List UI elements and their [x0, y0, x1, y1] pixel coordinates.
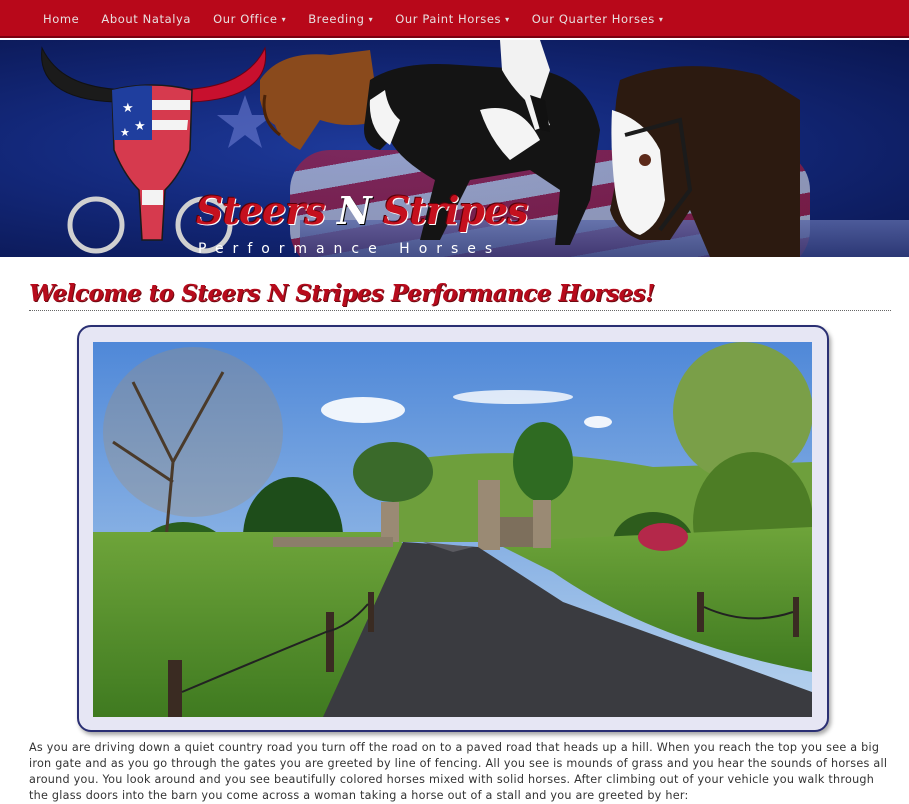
top-navbar: Home About Natalya Our Office ▾ Breeding ▾…: [0, 0, 909, 38]
intro-paragraph: As you are driving down a quiet country …: [29, 741, 888, 802]
nav-item-breeding[interactable]: Breeding ▾: [297, 0, 384, 38]
chevron-down-icon: ▾: [505, 14, 510, 24]
nav-item-label: Our Quarter Horses: [531, 12, 655, 26]
header-banner: ★ ★ ★ Steers N Stripes Performance Horse…: [0, 40, 909, 257]
nav-item-about-natalya[interactable]: About Natalya: [90, 0, 202, 38]
brand-subtitle: Performance Horses: [198, 241, 502, 257]
brand-title-stripes: Stripes: [370, 188, 529, 233]
svg-text:★: ★: [120, 126, 130, 139]
nav-item-our-office[interactable]: Our Office ▾: [202, 0, 297, 38]
chevron-down-icon: ▾: [281, 14, 287, 24]
nav-item-label: Breeding: [308, 12, 365, 26]
chevron-down-icon: ▾: [658, 14, 664, 24]
nav-item-label: Our Office: [213, 12, 278, 26]
farm-entrance-photo: [93, 342, 812, 717]
nav-item-our-paint-horses[interactable]: Our Paint Horses ▾: [384, 0, 521, 38]
heading-divider: [29, 310, 891, 311]
nav-item-label: Home: [43, 12, 80, 26]
nav-menu: Home About Natalya Our Office ▾ Breeding ▾…: [0, 0, 909, 38]
svg-text:★: ★: [134, 119, 146, 134]
nav-item-home[interactable]: Home: [32, 0, 90, 38]
svg-text:★: ★: [122, 101, 134, 116]
chevron-down-icon: ▾: [368, 14, 374, 24]
page-title: Welcome to Steers N Stripes Performance …: [29, 280, 655, 307]
brand-title-n: N: [337, 188, 372, 233]
brand-title: Steers N Stripes: [196, 188, 529, 233]
brand-title-steers: Steers: [196, 188, 337, 233]
nav-item-label: Our Paint Horses: [395, 12, 502, 26]
nav-item-label: About Natalya: [101, 12, 192, 26]
nav-item-our-quarter-horses[interactable]: Our Quarter Horses ▾: [521, 0, 675, 38]
